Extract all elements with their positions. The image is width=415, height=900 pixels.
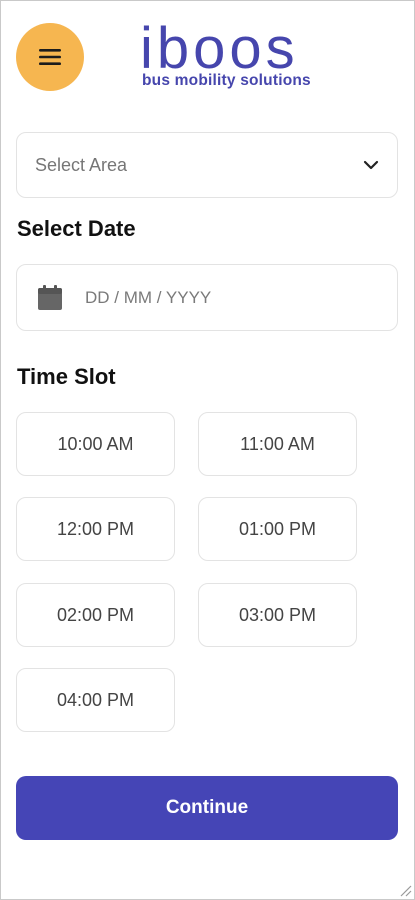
select-date-heading: Select Date bbox=[17, 216, 136, 241]
time-slot-button[interactable]: 12:00 PM bbox=[16, 497, 175, 561]
time-slot-button[interactable]: 10:00 AM bbox=[16, 412, 175, 476]
time-slot-heading: Time Slot bbox=[17, 364, 116, 389]
brand-logo: iboos bus mobility solutions bbox=[140, 20, 345, 92]
date-input[interactable]: DD / MM / YYYY bbox=[16, 264, 398, 331]
time-slot-button[interactable]: 04:00 PM bbox=[16, 668, 175, 732]
area-select-placeholder: Select Area bbox=[35, 154, 128, 175]
chevron-down-icon bbox=[363, 160, 379, 170]
date-input-placeholder: DD / MM / YYYY bbox=[85, 287, 212, 307]
resize-grip-icon[interactable] bbox=[398, 883, 412, 897]
calendar-icon[interactable] bbox=[35, 283, 65, 313]
menu-button[interactable] bbox=[16, 23, 84, 91]
time-slot-button[interactable]: 11:00 AM bbox=[198, 412, 357, 476]
time-slot-button[interactable]: 02:00 PM bbox=[16, 583, 175, 647]
time-slot-button[interactable]: 01:00 PM bbox=[198, 497, 357, 561]
hamburger-menu-icon bbox=[39, 49, 61, 65]
logo-tagline: bus mobility solutions bbox=[142, 72, 311, 89]
time-slot-button[interactable]: 03:00 PM bbox=[198, 583, 357, 647]
continue-button[interactable]: Continue bbox=[16, 776, 398, 840]
area-select[interactable]: Select Area bbox=[16, 132, 398, 198]
logo-wordmark: iboos bbox=[140, 16, 299, 81]
